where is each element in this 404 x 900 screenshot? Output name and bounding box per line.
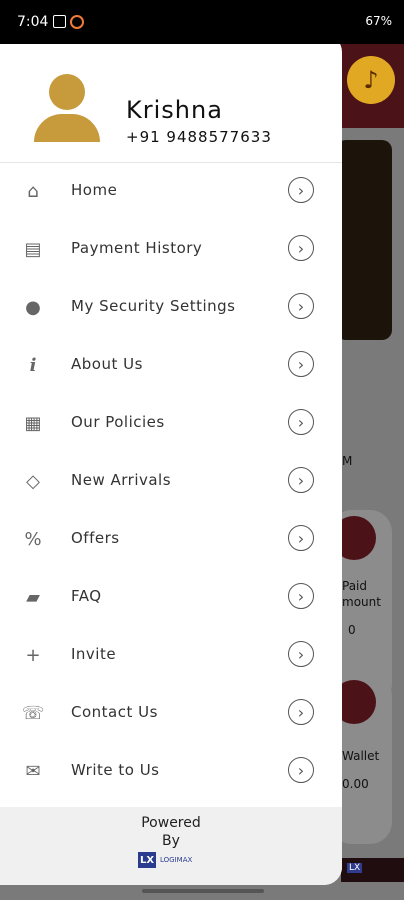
menu-item-payment-history[interactable]: ▤ Payment History › (0, 220, 342, 278)
navigation-drawer: Krishna +91 9488577633 ⌂ Home › ▤ Paymen… (0, 34, 342, 885)
chevron-right-icon: › (288, 699, 314, 725)
background-paid-label: Paid (342, 579, 368, 593)
background-banner (336, 140, 392, 340)
chevron-right-icon: › (288, 583, 314, 609)
chevron-right-icon: › (288, 351, 314, 377)
menu-item-label: Offers (71, 529, 120, 547)
gesture-navigation-bar[interactable] (142, 889, 264, 893)
menu-item-faq[interactable]: ▰ FAQ › (0, 568, 342, 626)
chevron-right-icon: › (288, 641, 314, 667)
notification-bell-icon: ♪ (347, 56, 395, 104)
security-user-icon: ● (25, 296, 41, 318)
info-icon: i (29, 354, 37, 376)
menu-item-offers[interactable]: % Offers › (0, 510, 342, 568)
chevron-right-icon: › (288, 235, 314, 261)
by-text: By (162, 833, 180, 849)
powered-by-footer: Powered By LX LOGIMAX (0, 807, 342, 885)
background-wallet-value: 0.00 (342, 777, 369, 791)
add-user-icon: + (25, 644, 41, 666)
menu-item-label: Payment History (71, 239, 203, 257)
menu-item-about-us[interactable]: i About Us › (0, 336, 342, 394)
menu-item-write-to-us[interactable]: ✉ Write to Us › (0, 742, 342, 800)
phone-chat-icon: ☏ (21, 702, 45, 724)
menu-item-label: Write to Us (71, 761, 160, 779)
menu-item-security-settings[interactable]: ● My Security Settings › (0, 278, 342, 336)
menu-item-label: Home (71, 181, 118, 199)
chevron-right-icon: › (288, 409, 314, 435)
background-label: M (342, 454, 353, 468)
background-footer: LX (341, 858, 404, 882)
faq-chat-icon: ▰ (26, 586, 40, 608)
percent-badge-icon: % (24, 528, 42, 550)
menu-item-label: About Us (71, 355, 143, 373)
clipboard-icon: ▦ (24, 412, 42, 434)
background-amount-value: 0 (348, 623, 356, 637)
drawer-menu: ⌂ Home › ▤ Payment History › ● My Securi… (0, 162, 342, 800)
record-notification-icon (70, 15, 84, 29)
powered-text: Powered (141, 815, 201, 831)
menu-item-label: FAQ (71, 587, 102, 605)
menu-item-home[interactable]: ⌂ Home › (0, 162, 342, 220)
menu-item-new-arrivals[interactable]: ◇ New Arrivals › (0, 452, 342, 510)
menu-item-label: New Arrivals (71, 471, 172, 489)
menu-item-label: Contact Us (71, 703, 158, 721)
profile-header: Krishna +91 9488577633 (0, 34, 342, 163)
logo-mark: LX (138, 852, 156, 868)
logo-text: LOGIMAX (160, 856, 193, 864)
profile-phone: +91 9488577633 (126, 128, 272, 146)
avatar (34, 74, 100, 144)
menu-item-our-policies[interactable]: ▦ Our Policies › (0, 394, 342, 452)
gallery-notification-icon (53, 15, 66, 28)
menu-item-label: Invite (71, 645, 117, 663)
profile-name: Krishna (126, 96, 223, 124)
background-amount-label: mount (342, 595, 381, 609)
chevron-right-icon: › (288, 467, 314, 493)
diamond-icon: ◇ (26, 470, 40, 492)
chevron-right-icon: › (288, 293, 314, 319)
chevron-right-icon: › (288, 177, 314, 203)
logimax-logo: LX LOGIMAX (138, 852, 192, 868)
background-wallet-label: Wallet (342, 749, 380, 763)
battery-level: 67% (365, 14, 392, 28)
home-icon: ⌂ (27, 180, 39, 202)
receipt-icon: ▤ (24, 238, 42, 260)
mail-icon: ✉ (25, 760, 41, 782)
menu-item-label: My Security Settings (71, 297, 236, 315)
menu-item-label: Our Policies (71, 413, 165, 431)
chevron-right-icon: › (288, 757, 314, 783)
menu-item-invite[interactable]: + Invite › (0, 626, 342, 684)
status-bar: 7:04 67% (0, 0, 404, 44)
chevron-right-icon: › (288, 525, 314, 551)
menu-item-contact-us[interactable]: ☏ Contact Us › (0, 684, 342, 742)
background-logo: LX (347, 863, 363, 873)
status-time: 7:04 (17, 14, 49, 30)
